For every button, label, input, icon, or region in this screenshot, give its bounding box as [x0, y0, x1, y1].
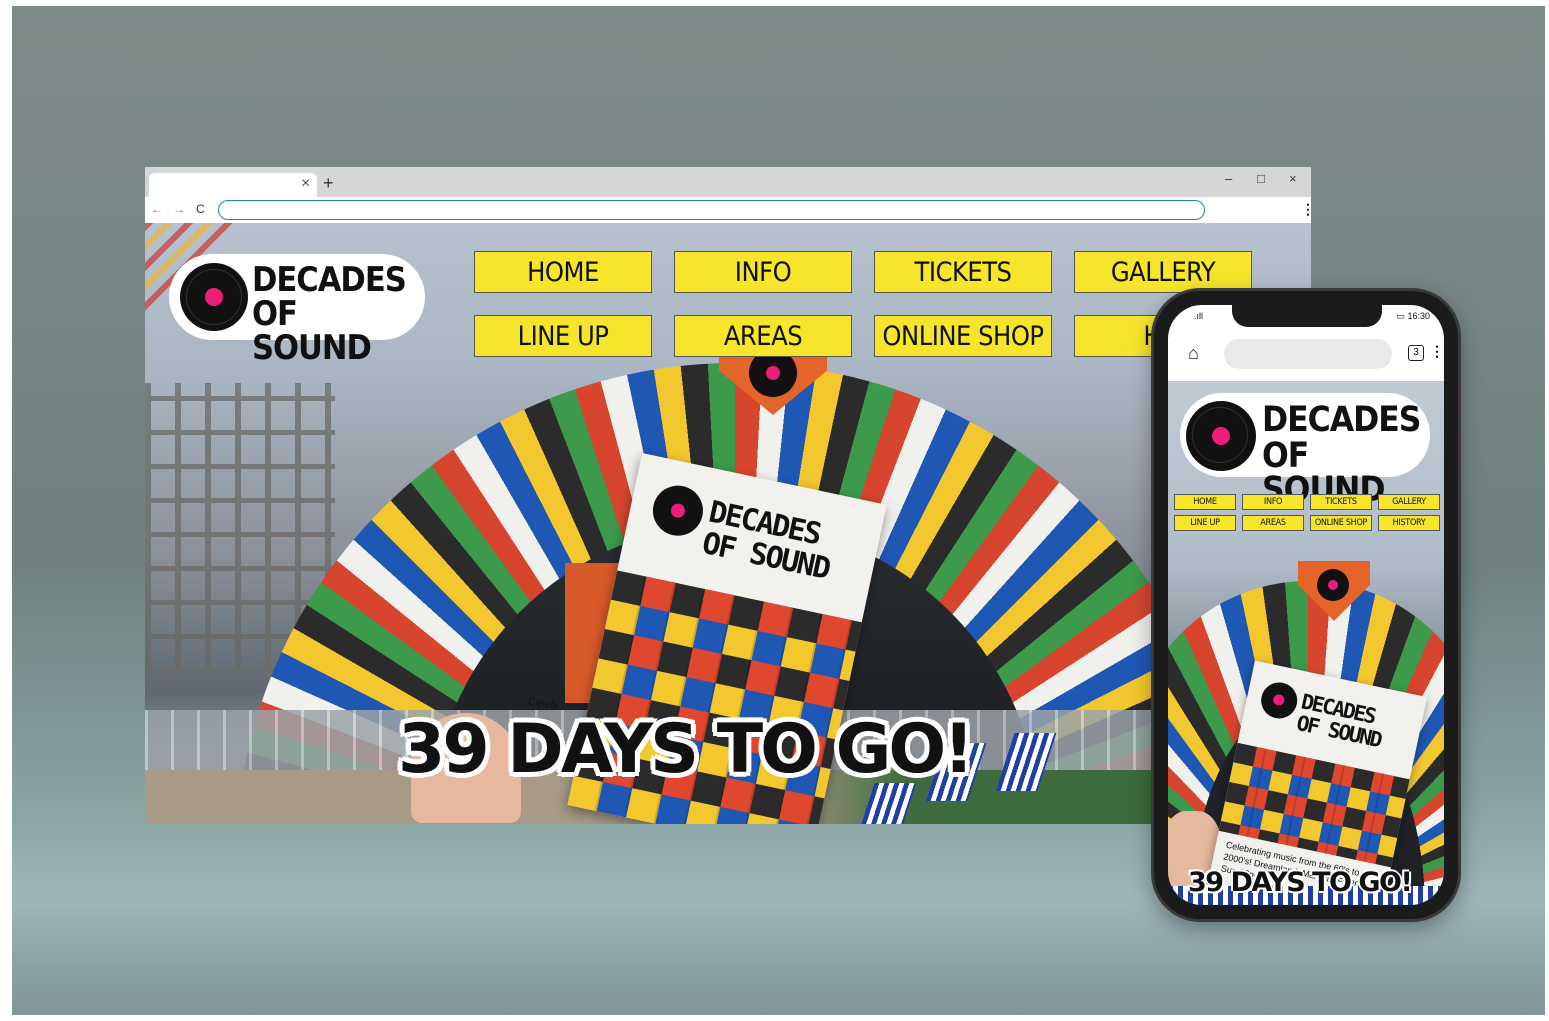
logo-line2: OF SOUND — [252, 294, 372, 368]
nav-tickets[interactable]: TICKETS — [874, 251, 1052, 293]
logo-line1: DECADES — [1262, 400, 1421, 440]
browser-tab[interactable]: × — [149, 173, 317, 197]
site-logo[interactable]: DECADES OF SOUND — [172, 257, 422, 365]
nav-areas[interactable]: AREAS — [1242, 515, 1304, 531]
browser-menu-icon[interactable]: ⋮ — [1301, 201, 1311, 218]
nav-line-up[interactable]: LINE UP — [1174, 515, 1236, 531]
nav-gallery[interactable]: GALLERY — [1378, 494, 1440, 510]
nav-info[interactable]: INFO — [1242, 494, 1304, 510]
forward-arrow-icon[interactable]: → — [173, 202, 185, 216]
nav-line-up[interactable]: LINE UP — [474, 315, 652, 357]
battery-icon: ▭ 16:30 — [1396, 311, 1430, 321]
nav-gallery[interactable]: GALLERY — [1074, 251, 1252, 293]
vinyl-record-icon — [1186, 401, 1256, 471]
close-window-button[interactable]: × — [1289, 171, 1297, 186]
vinyl-record-icon — [180, 263, 248, 331]
countdown-heading: 39 DAYS TO GO! — [398, 710, 974, 789]
phone-screen: .ıll ▭ 16:30 ⌂ 3 ⋮ DECADES OF SOUND Cele… — [1168, 305, 1444, 905]
reload-icon[interactable]: C — [196, 202, 205, 216]
url-input[interactable] — [218, 200, 1205, 220]
site-logo[interactable]: DECADES OF SOUND — [1180, 393, 1430, 508]
logo-line1: DECADES — [252, 260, 407, 300]
vinyl-record-icon — [1317, 569, 1349, 601]
mobile-phone: .ıll ▭ 16:30 ⌂ 3 ⋮ DECADES OF SOUND Cele… — [1154, 291, 1458, 919]
nav-areas[interactable]: AREAS — [674, 315, 852, 357]
nav-online-shop[interactable]: ONLINE SHOP — [874, 315, 1052, 357]
mobile-address-bar: ⌂ 3 ⋮ — [1168, 335, 1444, 375]
tab-close-icon[interactable]: × — [301, 176, 310, 192]
web-page: DECADES OF SOUND Celeb DECADES OF SOUND … — [145, 223, 1311, 824]
nav-online-shop[interactable]: ONLINE SHOP — [1310, 515, 1372, 531]
home-icon[interactable]: ⌂ — [1188, 343, 1199, 364]
back-arrow-icon[interactable]: ← — [151, 202, 163, 216]
nav-tickets[interactable]: TICKETS — [1310, 494, 1372, 510]
nav-info[interactable]: INFO — [674, 251, 852, 293]
minimize-button[interactable]: – — [1225, 171, 1232, 186]
countdown-heading: 39 DAYS TO GO! — [1188, 867, 1413, 898]
tab-bar: × + – □ × — [145, 167, 1311, 197]
nav-home[interactable]: HOME — [474, 251, 652, 293]
mobile-menu-icon[interactable]: ⋮ — [1430, 343, 1444, 360]
tabs-count-icon[interactable]: 3 — [1408, 345, 1424, 361]
vinyl-record-icon — [1257, 679, 1301, 722]
desktop-browser-window: × + – □ × ← → C ⋮ DECADES OF SOUND Celeb… — [145, 167, 1311, 824]
mobile-web-page: DECADES OF SOUND Celebrating music from … — [1168, 381, 1444, 905]
nav-home[interactable]: HOME — [1174, 494, 1236, 510]
maximize-button[interactable]: □ — [1257, 171, 1265, 186]
signal-icon: .ıll — [1194, 311, 1203, 321]
new-tab-button[interactable]: + — [323, 173, 334, 193]
vinyl-record-icon — [648, 480, 708, 541]
phone-notch — [1232, 305, 1382, 327]
address-bar: ← → C ⋮ — [145, 197, 1311, 223]
nav-history[interactable]: HISTORY — [1378, 515, 1440, 531]
mobile-url-input[interactable] — [1224, 339, 1392, 369]
